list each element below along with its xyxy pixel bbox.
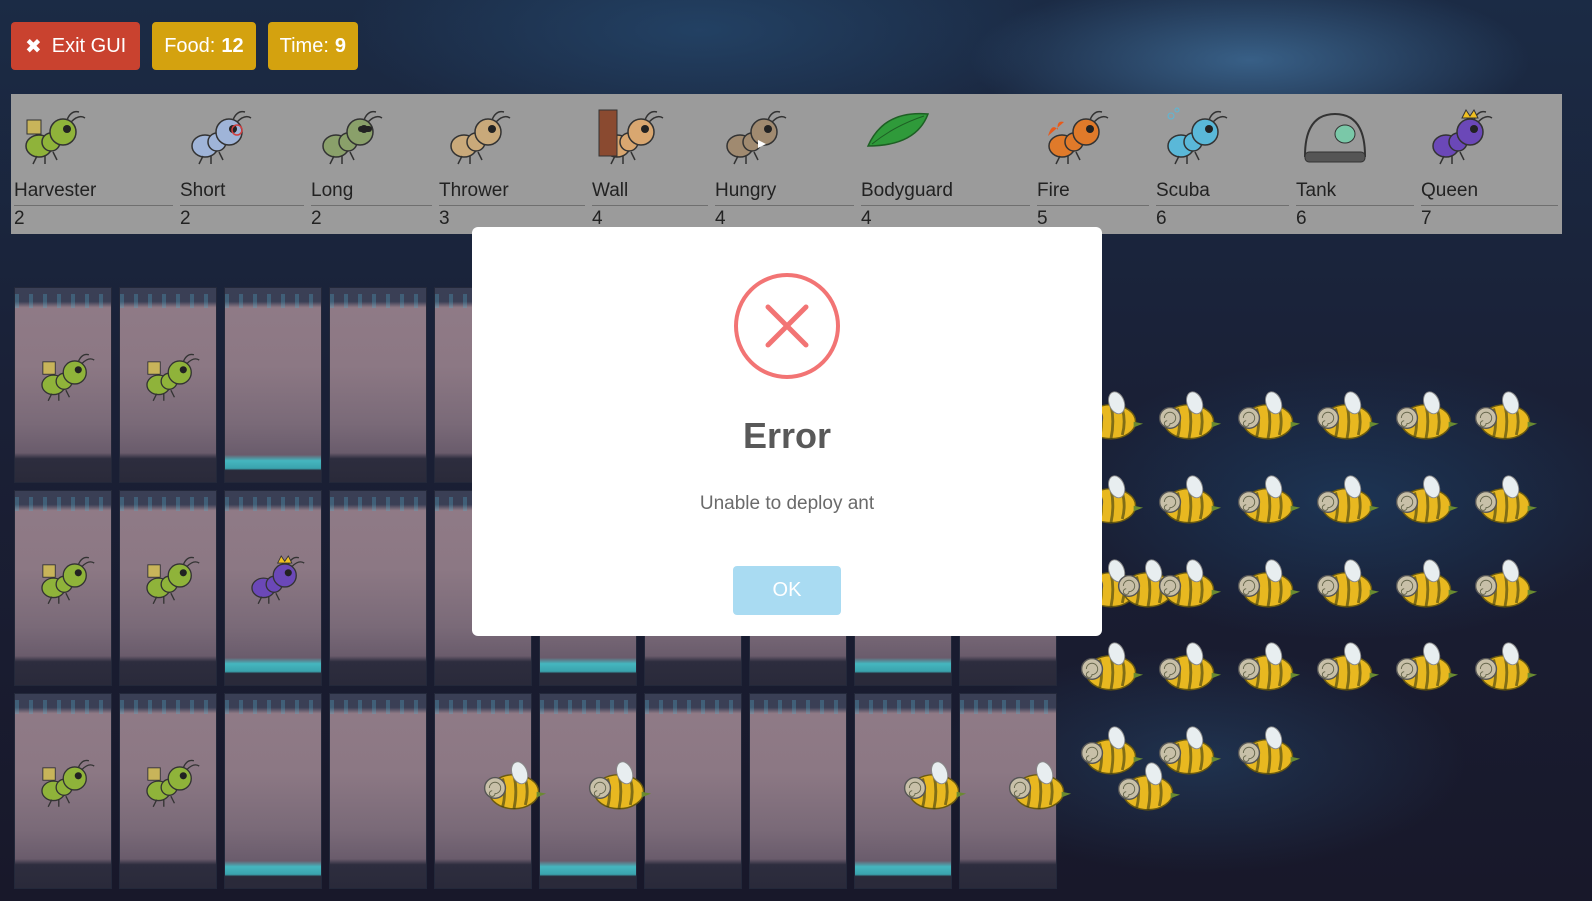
error-dialog: Error Unable to deploy ant OK [472,227,1102,636]
dialog-message: Unable to deploy ant [699,493,875,514]
error-x-icon [734,273,840,379]
ok-button[interactable]: OK [733,566,841,615]
dialog-title: Error [742,415,832,456]
